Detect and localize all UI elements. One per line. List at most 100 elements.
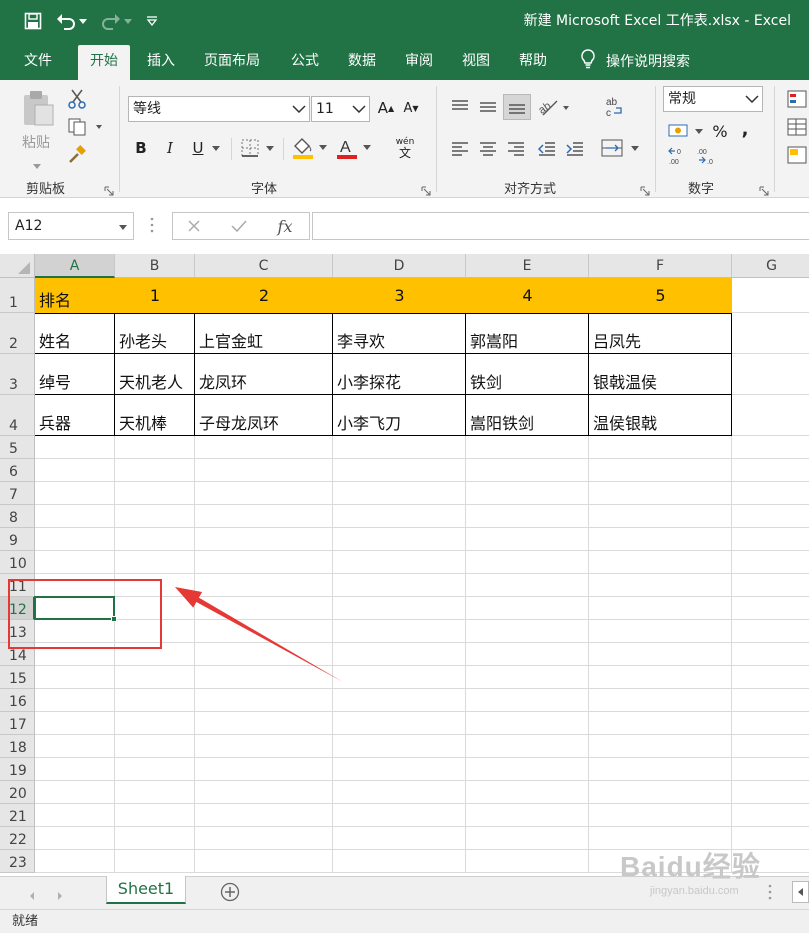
quick-access-toolbar: [0, 0, 158, 42]
tab-help[interactable]: 帮助: [519, 42, 547, 80]
tab-file[interactable]: 文件: [24, 42, 52, 80]
phonetic-guide-button[interactable]: wén 文: [384, 134, 426, 162]
wrap-text-icon[interactable]: ab c: [602, 94, 626, 120]
decrease-decimal-icon[interactable]: .00.0: [694, 144, 718, 168]
undo-icon[interactable]: [56, 12, 87, 30]
annotation-arrow: [175, 587, 343, 682]
conditional-formatting-icon[interactable]: [786, 88, 808, 110]
tab-insert[interactable]: 插入: [147, 42, 175, 80]
number-group-label: 数字: [688, 182, 715, 197]
tab-page-layout[interactable]: 页面布局: [204, 42, 260, 80]
enter-icon[interactable]: [229, 216, 249, 236]
add-sheet-icon[interactable]: [220, 882, 240, 906]
increase-decimal-icon[interactable]: 0.00: [666, 144, 690, 168]
font-color-button[interactable]: A: [334, 134, 374, 162]
increase-indent-icon[interactable]: [564, 138, 586, 160]
svg-text:A: A: [340, 139, 351, 156]
format-as-table-icon[interactable]: [786, 116, 808, 138]
formula-bar: A12 fx: [0, 198, 809, 254]
underline-button[interactable]: U: [188, 136, 208, 160]
comma-button[interactable]: ,: [736, 118, 754, 140]
tab-data[interactable]: 数据: [348, 42, 376, 80]
cut-icon[interactable]: [66, 88, 88, 110]
horizontal-scroll-left[interactable]: [792, 881, 809, 903]
paste-button[interactable]: 粘贴: [22, 132, 50, 152]
ribbon-separator: [231, 138, 232, 160]
tab-formulas[interactable]: 公式: [291, 42, 319, 80]
ribbon-separator: [283, 138, 284, 160]
clipboard-launcher-icon[interactable]: [104, 181, 114, 196]
number-format-value: 常规: [668, 91, 696, 107]
lightbulb-icon: [580, 49, 596, 73]
paste-icon[interactable]: [18, 88, 58, 128]
align-left-icon[interactable]: [449, 138, 471, 160]
more-options-icon: [150, 216, 154, 238]
fill-color-icon[interactable]: [290, 134, 330, 162]
worksheet-grid[interactable]: A B C D E F G 1 2 3 4 5 6 7 8 9 10 11 12 13 14 15 16 17 18 19 20 21…: [0, 254, 809, 876]
font-name-combo[interactable]: 等线: [128, 96, 310, 122]
number-launcher-icon[interactable]: [759, 181, 769, 196]
ribbon-separator: [436, 86, 437, 192]
chevron-down-icon[interactable]: [352, 97, 366, 121]
orientation-icon[interactable]: ab: [536, 94, 572, 120]
align-middle-icon[interactable]: [477, 96, 499, 118]
chevron-down-icon[interactable]: [745, 87, 759, 111]
cell-styles-icon[interactable]: [786, 144, 808, 166]
tab-view[interactable]: 视图: [462, 42, 490, 80]
merge-center-icon[interactable]: [600, 136, 642, 160]
format-painter-icon[interactable]: [66, 144, 88, 166]
percent-button[interactable]: %: [709, 120, 731, 142]
ribbon-separator: [655, 86, 656, 192]
ribbon-separator: [774, 86, 775, 192]
sheet-tab-sheet1[interactable]: Sheet1: [106, 876, 186, 904]
font-size-value: 11: [316, 101, 334, 117]
formula-input[interactable]: [312, 212, 809, 240]
svg-text:ab: ab: [606, 97, 618, 108]
window-title: 新建 Microsoft Excel 工作表.xlsx - Excel: [523, 13, 791, 29]
font-launcher-icon[interactable]: [421, 181, 431, 196]
bold-button[interactable]: B: [131, 136, 151, 160]
number-format-combo[interactable]: 常规: [663, 86, 763, 112]
font-group-label: 字体: [251, 182, 278, 197]
underline-dropdown-icon[interactable]: [210, 136, 222, 160]
shrink-font-button[interactable]: A ▼: [401, 96, 421, 120]
tab-review[interactable]: 审阅: [405, 42, 433, 80]
align-center-icon[interactable]: [477, 138, 499, 160]
insert-function-button[interactable]: fx: [272, 214, 298, 238]
tell-me-label: 操作说明搜索: [606, 54, 690, 70]
svg-text:.00: .00: [697, 149, 707, 156]
more-sheets-icon[interactable]: [768, 883, 772, 905]
tell-me-search[interactable]: 操作说明搜索: [580, 42, 690, 80]
align-bottom-icon[interactable]: [503, 94, 531, 120]
save-icon[interactable]: [24, 12, 42, 30]
font-name-value: 等线: [133, 101, 161, 117]
font-size-combo[interactable]: 11: [311, 96, 370, 122]
name-box-value: A12: [15, 218, 43, 234]
borders-icon[interactable]: [240, 136, 276, 160]
annotation-arrow-shape: [175, 587, 343, 682]
clipboard-group-label: 剪贴板: [26, 182, 66, 197]
ribbon: 粘贴 剪贴板 等线 11 A ▲ A ▼ B I U A wén 文 字体 ab…: [0, 80, 809, 198]
decrease-indent-icon[interactable]: [536, 138, 558, 160]
align-right-icon[interactable]: [505, 138, 527, 160]
grow-font-button[interactable]: A ▲: [376, 96, 396, 120]
chevron-down-icon[interactable]: [119, 213, 127, 239]
cancel-icon[interactable]: [184, 216, 204, 236]
ribbon-tabs: 文件 开始 插入 页面布局 公式 数据 审阅 视图 帮助 操作说明搜索: [0, 42, 809, 80]
status-bar: 就绪: [0, 909, 809, 933]
currency-icon[interactable]: [666, 120, 706, 142]
copy-icon[interactable]: [66, 116, 106, 138]
svg-text:.0: .0: [707, 159, 713, 166]
customize-qat-icon[interactable]: [146, 15, 158, 27]
paste-dropdown-icon[interactable]: [33, 154, 41, 173]
scroll-next-sheet-icon[interactable]: [56, 886, 64, 905]
scroll-prev-sheet-icon[interactable]: [28, 886, 36, 905]
chevron-down-icon[interactable]: [292, 97, 306, 121]
name-box[interactable]: A12: [8, 212, 134, 240]
alignment-launcher-icon[interactable]: [640, 181, 650, 196]
redo-icon[interactable]: [101, 12, 132, 30]
italic-button[interactable]: I: [160, 136, 180, 160]
tab-home[interactable]: 开始: [78, 45, 130, 80]
align-top-icon[interactable]: [449, 96, 471, 118]
title-bar: 新建 Microsoft Excel 工作表.xlsx - Excel: [0, 0, 809, 42]
